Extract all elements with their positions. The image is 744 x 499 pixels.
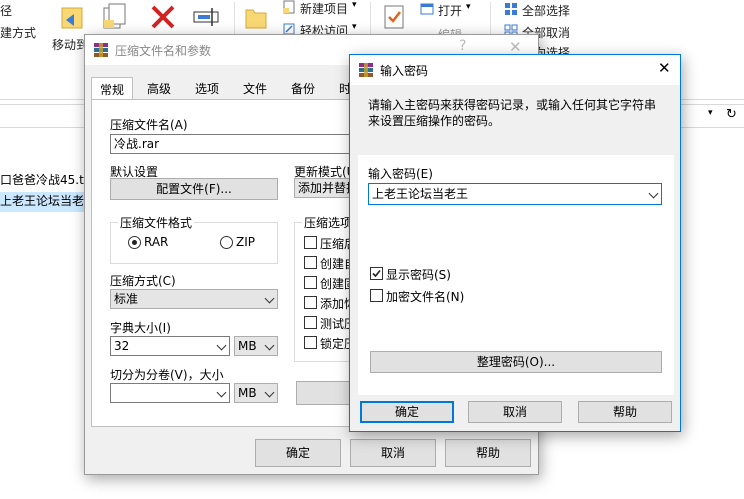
password-panel: 输入密码(E) 上老王论坛当老王 显示密码(S) 加密文件名(N) 整理密码(O…: [358, 155, 674, 395]
tab-bar: 常规 高级 选项 文件 备份 时: [91, 77, 391, 100]
archive-format-label: 压缩文件格式: [118, 214, 195, 231]
file-list-item[interactable]: 口爸爸冷战45.txt: [0, 171, 90, 191]
open-icon: [420, 2, 434, 16]
set-password-button[interactable]: [296, 381, 356, 405]
copy-to-icon[interactable]: [102, 2, 128, 30]
winrar-logo-icon: [93, 42, 109, 58]
chevron-down-icon[interactable]: [648, 188, 659, 199]
dictionary-size-value: 32: [114, 339, 130, 353]
chevron-down-icon[interactable]: ▾: [708, 108, 722, 122]
password-dialog: 输入密码 ✕ 请输入主密码来获得密码记录，或输入任何其它字符串来设置压缩操作的密…: [349, 54, 681, 432]
tab-general[interactable]: 常规: [91, 77, 134, 100]
password-value: 上老王论坛当老王: [372, 187, 469, 201]
select-all-icon: [504, 2, 518, 16]
move-to-icon[interactable]: [60, 4, 84, 30]
show-password-checkbox[interactable]: [370, 267, 383, 280]
encrypt-filenames-label[interactable]: 加密文件名(N): [386, 288, 464, 305]
compression-method-value: 标准: [114, 292, 139, 306]
password-label: 输入密码(E): [368, 167, 433, 181]
help-button[interactable]: 帮助: [578, 401, 672, 423]
show-password-label[interactable]: 显示密码(S): [386, 266, 451, 283]
split-unit-select[interactable]: MB: [234, 383, 278, 403]
dictionary-size-label: 字典大小(I): [110, 321, 171, 335]
archive-options-label: 压缩选项: [302, 214, 355, 231]
chevron-down-icon: [264, 293, 275, 304]
chevron-down-icon: [264, 387, 275, 398]
split-size-input[interactable]: [110, 383, 230, 403]
chevron-down-icon: [264, 340, 275, 351]
chevron-down-icon: ▾: [466, 2, 471, 12]
format-zip-label[interactable]: ZIP: [236, 235, 255, 249]
split-unit-value: MB: [238, 386, 257, 400]
option-checkbox[interactable]: [304, 256, 317, 269]
dialog-titlebar[interactable]: 输入密码 ✕: [350, 55, 680, 85]
tab-advanced[interactable]: 高级: [139, 77, 179, 99]
ok-button[interactable]: 确定: [255, 439, 341, 467]
chevron-down-icon: [216, 340, 227, 351]
new-item-icon: [282, 0, 296, 14]
tab-options[interactable]: 选项: [187, 77, 227, 99]
format-rar-label[interactable]: RAR: [144, 235, 168, 249]
help-button[interactable]: 帮助: [445, 439, 531, 467]
move-to-button[interactable]: 移动到: [52, 36, 88, 53]
encrypt-filenames-checkbox[interactable]: [370, 289, 383, 302]
ok-button[interactable]: 确定: [360, 401, 454, 423]
organize-passwords-button[interactable]: 整理密码(O)...: [370, 351, 662, 373]
cancel-button[interactable]: 取消: [468, 401, 562, 423]
option-checkbox[interactable]: [304, 336, 317, 349]
dialog-title: 压缩文件名和参数: [115, 44, 212, 58]
password-description: 请输入主密码来获得密码记录，或输入任何其它字符串来设置压缩操作的密码。: [368, 98, 657, 128]
properties-icon[interactable]: [382, 4, 406, 30]
dictionary-unit-select[interactable]: MB: [234, 336, 278, 356]
file-list-item[interactable]: 上老王论坛当老王: [0, 192, 90, 212]
split-volumes-label: 切分为分卷(V)，大小: [110, 368, 224, 382]
chevron-down-icon: [216, 387, 227, 398]
open-button[interactable]: 打开: [438, 2, 462, 19]
refresh-icon[interactable]: ↻: [726, 107, 740, 123]
archive-name-label: 压缩文件名(A): [110, 118, 188, 132]
compression-method-label: 压缩方式(C): [110, 274, 176, 288]
password-input[interactable]: 上老王论坛当老王: [368, 183, 662, 205]
new-folder-icon[interactable]: [244, 4, 268, 30]
format-rar-radio[interactable]: [128, 236, 141, 249]
winrar-logo-icon: [358, 62, 374, 78]
tab-files[interactable]: 文件: [235, 77, 275, 99]
ribbon-label-shortcut[interactable]: 建方式: [0, 24, 36, 41]
delete-icon[interactable]: [150, 4, 176, 30]
dialog-title: 输入密码: [380, 64, 429, 78]
option-checkbox[interactable]: [304, 316, 317, 329]
chevron-down-icon: ▾: [352, 22, 357, 32]
compression-method-select[interactable]: 标准: [110, 289, 278, 309]
chevron-down-icon: ▾: [352, 0, 357, 10]
dictionary-unit-value: MB: [238, 339, 257, 353]
tab-backup[interactable]: 备份: [283, 77, 323, 99]
new-item-button[interactable]: 新建项目: [300, 0, 348, 17]
option-checkbox[interactable]: [304, 236, 317, 249]
option-checkbox[interactable]: [304, 276, 317, 289]
cancel-button[interactable]: 取消: [350, 439, 436, 467]
ribbon-label-path: 径: [0, 4, 13, 18]
format-zip-radio[interactable]: [220, 236, 233, 249]
close-icon[interactable]: ✕: [658, 59, 671, 77]
help-icon[interactable]: ?: [459, 38, 466, 54]
dictionary-size-input[interactable]: 32: [110, 336, 230, 356]
select-all-button[interactable]: 全部选择: [522, 2, 570, 19]
rename-icon[interactable]: [192, 4, 220, 30]
option-checkbox[interactable]: [304, 296, 317, 309]
profiles-button[interactable]: 配置文件(F)...: [110, 178, 278, 200]
